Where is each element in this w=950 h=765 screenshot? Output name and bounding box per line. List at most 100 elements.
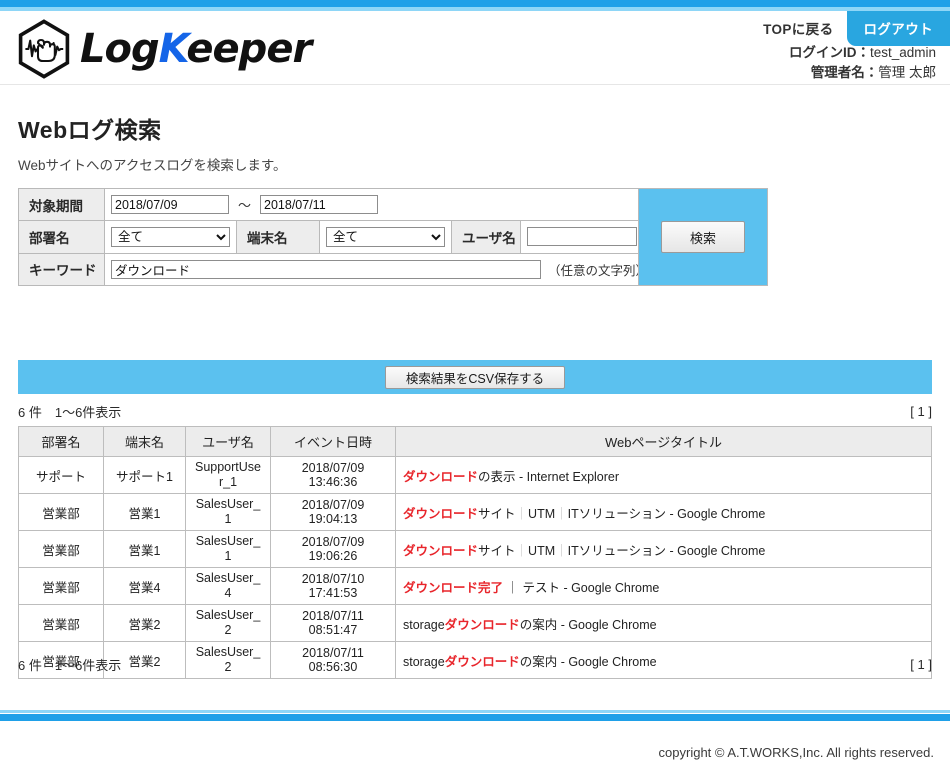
brand-word-k: K [158,26,188,72]
keyword-note: （任意の文字列） [548,263,649,278]
cell-user: SupportUser_1 [185,456,271,494]
keyword-label: キーワード [19,253,105,285]
cell-webpage-title: ダウンロードサイト｜UTM｜ITソリューション - Google Chrome [395,493,932,531]
pager-open-top: [ [910,404,918,419]
title-text: storage [403,617,445,632]
cell-dept: サポート [18,456,104,494]
result-count-row-bottom: 6 件 1〜6件表示 [ 1 ] [18,655,932,674]
csv-export-bar: 検索結果をCSV保存する [18,360,932,394]
cell-terminal: 営業2 [103,604,186,642]
pagination-bottom[interactable]: [ 1 ] [910,657,932,672]
cell-webpage-title: ダウンロードの表示 - Internet Explorer [395,456,932,494]
dept-select[interactable]: 全て [111,226,230,247]
cell-dept: 営業部 [18,530,104,568]
page-description: Webサイトへのアクセスログを検索します。 [18,158,287,173]
cell-webpage-title: storageダウンロードの案内 - Google Chrome [395,604,932,642]
pager-page-1-bottom[interactable]: 1 [918,657,925,672]
title-keyword-match: ダウンロード [403,506,479,521]
cell-webpage-title: ダウンロードサイト｜UTM｜ITソリューション - Google Chrome [395,530,932,568]
pager-page-1-top[interactable]: 1 [918,404,925,419]
keyword-row: キーワード （任意の文字列） [19,253,648,285]
results-header-row: 部署名 端末名 ユーザ名 イベント日時 Webページタイトル [18,426,932,457]
table-row: 営業部 営業1 SalesUser_1 2018/07/09 19:04:13 ダウンロ… [18,493,932,531]
period-row: 対象期間 〜 [19,189,638,222]
page-heading-block: Webログ検索 Webサイトへのアクセスログを検索します。 [0,85,950,174]
footer-accent-line-light [0,710,950,713]
pagination-top[interactable]: [ 1 ] [910,404,932,419]
cell-datetime: 2018/07/09 13:46:36 [270,456,396,494]
cell-terminal: サポート1 [103,456,186,494]
period-separator: 〜 [238,198,252,214]
title-keyword-match: ダウンロード [444,617,520,632]
title-separator: ｜ [515,506,529,521]
results-table-body: サポート サポート1 SupportUser_1 2018/07/09 13:46:3… [18,456,932,679]
hexagon-fist-waveform-logo-icon [18,19,70,79]
title-keyword-match: ダウンロード [403,580,479,595]
cell-dept: 営業部 [18,493,104,531]
admin-name-value: 管理 太郎 [878,65,936,80]
result-count-text-bottom: 6 件 1〜6件表示 [18,658,122,673]
result-count-row-top: 6 件 1〜6件表示 [ 1 ] [18,402,932,421]
column-header-datetime: イベント日時 [270,426,396,457]
title-text: サイト [478,543,516,558]
title-separator: ｜ [555,543,568,558]
terminal-select[interactable]: 全て [326,226,445,247]
period-label: 対象期間 [19,189,105,221]
cell-user: SalesUser_4 [185,567,271,605]
top-return-button[interactable]: TOPに戻る [750,11,846,46]
export-csv-button[interactable]: 検索結果をCSV保存する [385,365,565,389]
cell-terminal: 営業1 [103,493,186,531]
column-header-terminal: 端末名 [103,426,186,457]
dept-body: 全て [105,221,236,252]
user-label: ユーザ名 [451,221,521,253]
title-keyword-match: ダウンロード [403,469,479,484]
table-row: 営業部 営業2 SalesUser_2 2018/07/11 08:51:47 stor… [18,604,932,642]
column-header-user: ユーザ名 [185,426,271,457]
title-text: の表示 - Internet Explorer [478,469,620,484]
cell-webpage-title: ダウンロード完了 ｜ テスト - Google Chrome [395,567,932,605]
header-nav: TOPに戻る ログアウト [750,11,950,46]
user-input[interactable] [527,227,637,247]
cell-terminal: 営業1 [103,530,186,568]
login-id-row: ログインID：test_admin [789,43,936,63]
cell-dept: 営業部 [18,567,104,605]
brand-word-log: Log [80,26,160,72]
logout-button[interactable]: ログアウト [846,11,950,46]
period-from-input[interactable] [111,195,229,215]
title-text: の案内 - Google Chrome [519,617,657,632]
admin-name-label: 管理者名： [810,65,879,80]
pager-close-bottom: ] [924,657,932,672]
search-panel: 対象期間 〜 部署名 全て 端末名 全て ユーザ名 キーワード [18,188,768,286]
title-text: ITソリューション - Google Chrome [567,543,766,558]
cell-datetime: 2018/07/09 19:06:26 [270,530,396,568]
login-id-value: test_admin [869,45,936,60]
title-separator: ｜ [555,506,568,521]
brand-word-eeper: eeper [186,26,312,72]
terminal-label: 端末名 [236,221,320,253]
cell-dept: 営業部 [18,604,104,642]
table-row: 営業部 営業1 SalesUser_1 2018/07/09 19:06:26 ダウンロ… [18,530,932,568]
pager-open-bottom: [ [910,657,918,672]
pager-close-top: ] [924,404,932,419]
footer-accent-line-dark [0,714,950,721]
cell-user: SalesUser_1 [185,530,271,568]
cell-datetime: 2018/07/10 17:41:53 [270,567,396,605]
login-info: ログインID：test_admin 管理者名：管理 太郎 [789,43,936,83]
title-keyword-match: 完了 [478,580,504,595]
search-form: 対象期間 〜 部署名 全て 端末名 全て ユーザ名 キーワード [18,188,648,286]
search-action-area: 検索 [638,188,768,286]
top-accent-bar-dark [0,0,950,7]
cell-user: SalesUser_2 [185,604,271,642]
copyright-text: copyright © A.T.WORKS,Inc. All rights re… [658,745,934,760]
brand-logo-group[interactable]: LogKeeper [14,19,312,79]
user-body [521,221,643,252]
title-text: UTM [528,543,556,558]
keyword-input[interactable] [111,259,541,279]
brand-wordmark: LogKeeper [80,26,312,72]
column-header-dept: 部署名 [18,426,104,457]
search-results-table: 部署名 端末名 ユーザ名 イベント日時 Webページタイトル サポート サポート1… [18,426,932,679]
period-to-input[interactable] [260,195,379,215]
search-button[interactable]: 検索 [661,221,745,253]
results-table-head: 部署名 端末名 ユーザ名 イベント日時 Webページタイトル [18,426,932,457]
title-text: ｜ テスト - Google Chrome [503,580,660,595]
